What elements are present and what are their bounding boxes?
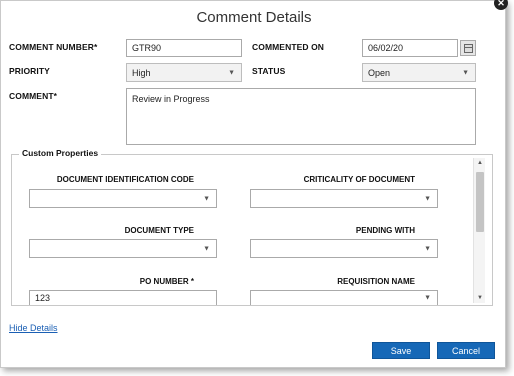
comment-number-label: COMMENT NUMBER*	[9, 42, 98, 52]
scroll-down-icon[interactable]: ▼	[474, 295, 486, 301]
calendar-button[interactable]	[460, 40, 476, 56]
hide-details-link[interactable]: Hide Details	[9, 323, 58, 333]
commented-on-label: COMMENTED ON	[252, 42, 325, 52]
cancel-button[interactable]: Cancel	[437, 342, 495, 359]
custom-properties-scrollbar[interactable]: ▲ ▼	[473, 158, 485, 303]
document-identification-code-label: DOCUMENT IDENTIFICATION CODE	[56, 175, 194, 184]
chevron-down-icon: ▼	[462, 69, 469, 76]
po-number-label: PO NUMBER *	[139, 277, 194, 286]
priority-value: High	[132, 67, 151, 78]
chevron-down-icon: ▼	[203, 195, 210, 202]
calendar-icon	[464, 44, 473, 53]
comment-details-dialog: Comment Details COMMENT NUMBER* GTR90 CO…	[0, 0, 506, 368]
scroll-up-icon[interactable]: ▲	[474, 160, 486, 166]
chevron-down-icon: ▼	[424, 195, 431, 202]
scrollbar-thumb[interactable]	[476, 172, 484, 232]
status-select[interactable]: Open ▼	[362, 63, 476, 82]
dialog-title: Comment Details	[196, 9, 312, 26]
comment-textarea[interactable]: Review in Progress	[126, 88, 476, 145]
priority-label: PRIORITY	[9, 66, 50, 76]
chevron-down-icon: ▼	[424, 245, 431, 252]
priority-select[interactable]: High ▼	[126, 63, 242, 82]
pending-with-label: PENDING WITH	[355, 226, 415, 235]
document-type-label: DOCUMENT TYPE	[124, 226, 194, 235]
criticality-of-document-label: CRITICALITY OF DOCUMENT	[303, 175, 415, 184]
chevron-down-icon: ▼	[228, 69, 235, 76]
document-identification-code-select[interactable]: ▼	[29, 189, 217, 208]
status-value: Open	[368, 67, 391, 78]
comment-label: COMMENT*	[9, 91, 58, 101]
po-number-input[interactable]: 123	[29, 290, 217, 305]
custom-properties-legend: Custom Properties	[19, 148, 102, 158]
chevron-down-icon: ▼	[203, 245, 210, 252]
pending-with-select[interactable]: ▼	[250, 239, 438, 258]
comment-number-input[interactable]: GTR90	[126, 39, 242, 57]
requisition-name-select[interactable]: ▼	[250, 290, 438, 305]
status-label: STATUS	[252, 66, 286, 76]
save-button[interactable]: Save	[372, 342, 430, 359]
document-type-select[interactable]: ▼	[29, 239, 217, 258]
chevron-down-icon: ▼	[424, 294, 431, 302]
commented-on-date-input[interactable]: 06/02/20	[362, 39, 458, 57]
criticality-of-document-select[interactable]: ▼	[250, 189, 438, 208]
requisition-name-label: REQUISITION NAME	[337, 277, 415, 286]
